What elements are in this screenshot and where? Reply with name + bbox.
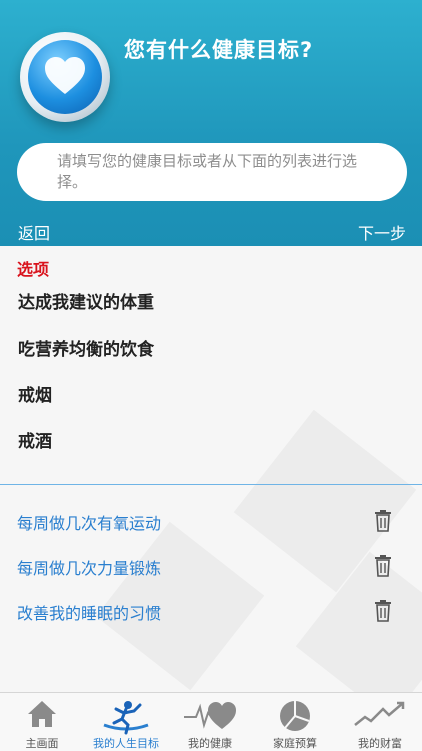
tab-my-health[interactable]: 我的健康	[168, 693, 252, 751]
heart-pulse-icon	[184, 702, 236, 729]
trend-line-icon	[354, 701, 405, 726]
tab-life-goals[interactable]: 我的人生目标	[84, 693, 168, 751]
tab-family-budget[interactable]: 家庭预算	[253, 693, 337, 751]
option-item[interactable]: 戒烟	[18, 381, 52, 406]
tab-label: 我的人生目标	[93, 737, 159, 750]
tab-home[interactable]: 主画面	[0, 693, 84, 751]
back-button[interactable]: 返回	[18, 220, 50, 244]
option-item[interactable]: 戒酒	[18, 427, 52, 452]
home-icon	[28, 701, 56, 727]
heart-icon	[28, 40, 102, 114]
runner-icon	[103, 701, 149, 735]
tab-label: 主画面	[25, 737, 59, 750]
option-item[interactable]: 达成我建议的体重	[18, 288, 154, 313]
goal-item[interactable]: 每周做几次力量锻炼	[17, 555, 161, 579]
header: 您有什么健康目标? 请填写您的健康目标或者从下面的列表进行选择。 返回 下一步	[0, 0, 422, 246]
goal-input[interactable]: 请填写您的健康目标或者从下面的列表进行选择。	[17, 143, 407, 201]
tab-label: 我的健康	[188, 737, 232, 750]
trash-icon[interactable]	[373, 555, 393, 577]
divider	[0, 484, 422, 485]
tab-label: 家庭预算	[273, 737, 317, 750]
trash-icon[interactable]	[373, 600, 393, 622]
tab-label: 我的财富	[358, 737, 402, 750]
goal-item[interactable]: 每周做几次有氧运动	[17, 510, 161, 534]
trash-icon[interactable]	[373, 510, 393, 532]
goal-item[interactable]: 改善我的睡眠的习惯	[17, 600, 161, 624]
option-item[interactable]: 吃营养均衡的饮食	[18, 335, 154, 360]
tab-bar: 主画面 我的人生目标 我的健康 家庭预算 我的财富	[0, 692, 422, 751]
page-title: 您有什么健康目标?	[124, 38, 314, 62]
tab-my-wealth[interactable]: 我的财富	[338, 693, 422, 751]
next-button[interactable]: 下一步	[358, 220, 406, 244]
content-area: 选项 达成我建议的体重 吃营养均衡的饮食 戒烟 戒酒 每周做几次有氧运动 每周做…	[0, 246, 422, 692]
options-heading: 选项	[17, 260, 50, 279]
app-logo	[20, 32, 110, 122]
pie-chart-icon	[280, 701, 310, 731]
